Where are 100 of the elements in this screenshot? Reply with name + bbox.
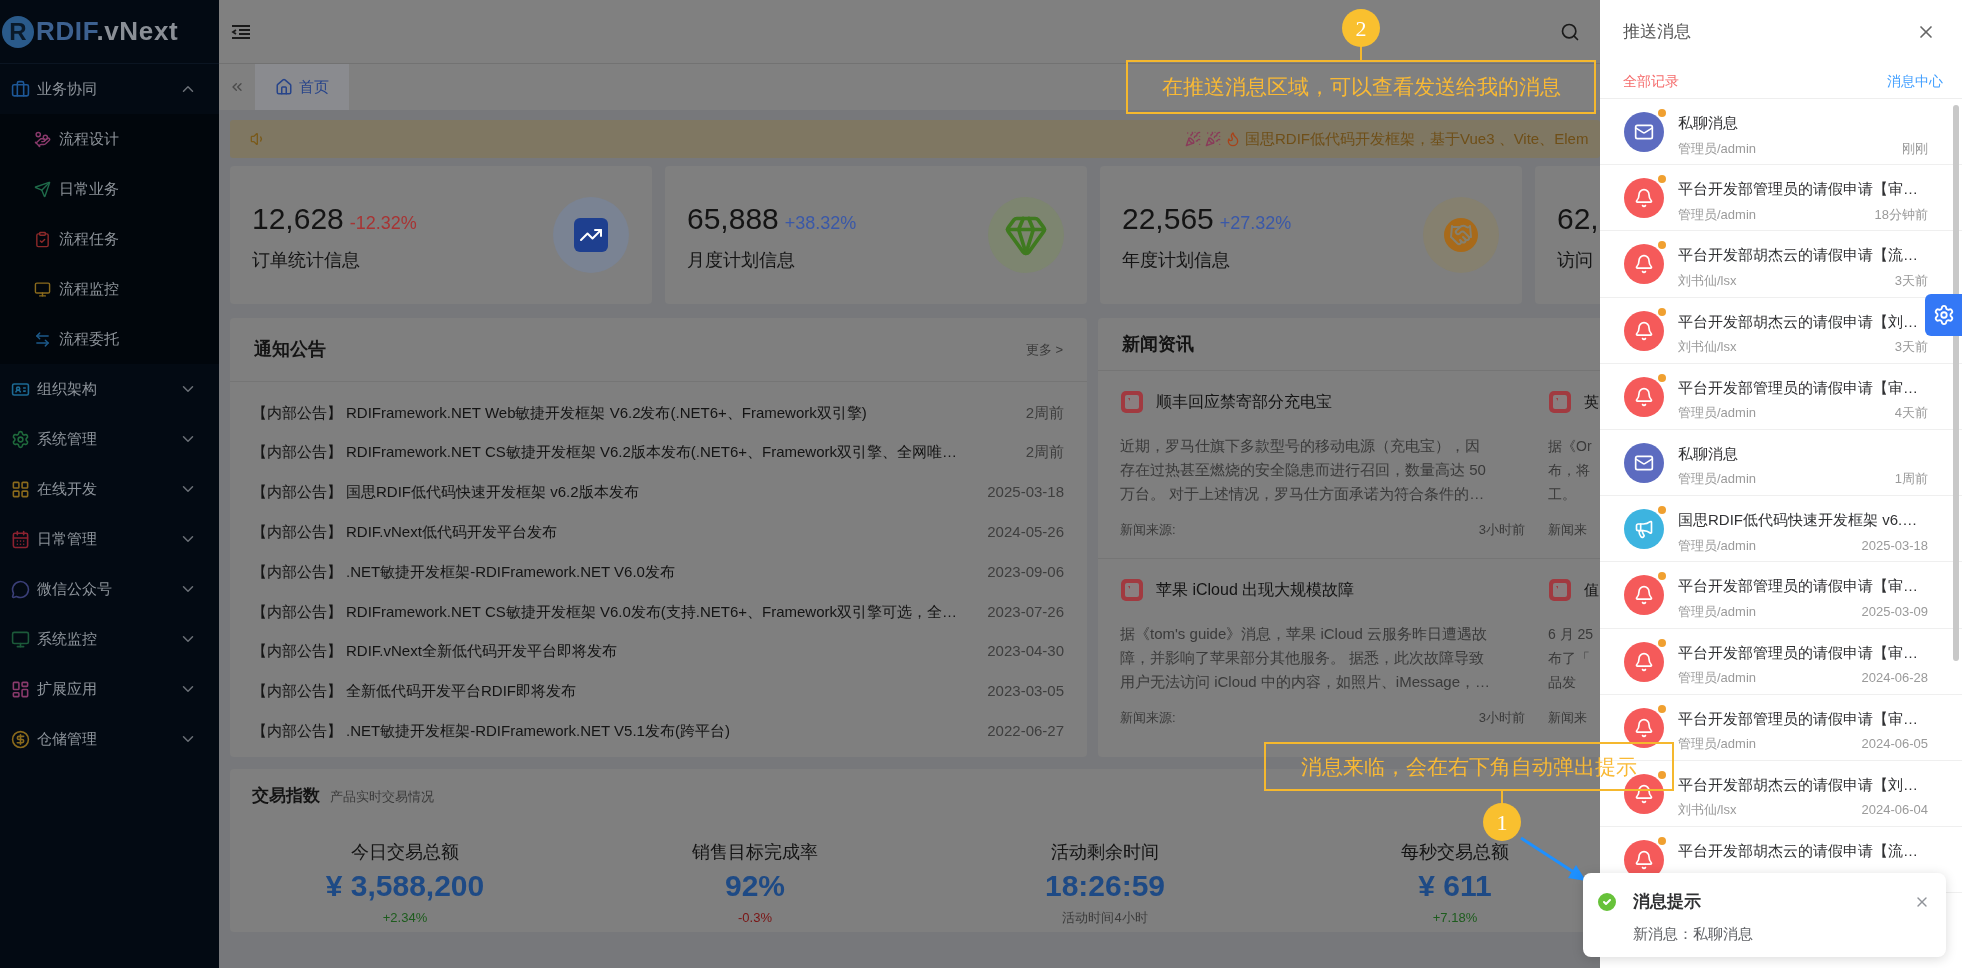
notice-link[interactable]: .NET敏捷开发框架-RDIFramework.NET V5.1发布(跨平台)	[346, 720, 980, 743]
menu-fold-icon[interactable]	[231, 23, 251, 40]
message-title[interactable]: 平台开发部胡杰云的请假申请【流…	[1678, 840, 1928, 863]
message-title[interactable]: 平台开发部管理员的请假申请【审…	[1678, 641, 1928, 664]
message-sender: 管理员/admin	[1678, 470, 1757, 489]
stat-change: -12.32%	[349, 212, 417, 235]
menu-item[interactable]: 扩展应用	[0, 664, 219, 714]
calendar-icon	[11, 529, 30, 549]
settings-button[interactable]	[1925, 294, 1962, 336]
envelope-icon	[1634, 122, 1654, 142]
trade-change: +7.18%	[1432, 908, 1478, 927]
message-title[interactable]: 平台开发部管理员的请假申请【审…	[1678, 376, 1928, 400]
message-time: 2024-06-05	[1861, 735, 1928, 754]
logo-mark: R	[2, 15, 34, 48]
message-title[interactable]: 平台开发部管理员的请假申请【审…	[1678, 575, 1928, 598]
news-title[interactable]: 值	[1584, 578, 1599, 602]
bell-icon	[1634, 783, 1654, 804]
submenu-item[interactable]: 流程监控	[0, 264, 219, 314]
notice-link[interactable]: 国思RDIF低代码快速开发框架 v6.2版本发布	[346, 481, 980, 504]
message-sender: 刘书仙/lsx	[1678, 801, 1737, 820]
news-summary: 6 月 25 布了「 品发	[1548, 625, 1595, 692]
news-icon	[1120, 578, 1144, 602]
menu-item[interactable]: 在线开发	[0, 464, 219, 514]
notice-link[interactable]: RDIFramework.NET CS敏捷开发框架 V6.0发布(支持.NET6+、Framework双引擎可选，全…	[346, 600, 980, 624]
message-time: 18分钟前	[1874, 205, 1928, 224]
notice-link[interactable]: .NET敏捷开发框架-RDIFramework.NET V6.0发布	[346, 560, 980, 584]
bell-icon	[1634, 386, 1654, 407]
message-title[interactable]: 私聊消息	[1678, 112, 1928, 135]
message-title[interactable]: 私聊消息	[1678, 442, 1928, 466]
notice-date: 2025-03-18	[987, 482, 1064, 503]
news-source: 新闻来源:	[1120, 521, 1176, 539]
news-title[interactable]: 顺丰回应禁寄部分充电宝	[1156, 390, 1332, 414]
menu-item[interactable]: 系统管理	[0, 414, 219, 464]
message-time: 1周前	[1894, 470, 1928, 489]
notice-date: 2023-09-06	[987, 561, 1064, 582]
menu-item[interactable]: 业务协同	[0, 64, 219, 114]
notice-link[interactable]: RDIF.vNext全新低代码开发平台即将发布	[346, 640, 980, 663]
news-title[interactable]: 英	[1584, 390, 1599, 414]
trade-label: 销售目标完成率	[692, 840, 818, 864]
message-time: 2024-06-28	[1861, 669, 1928, 687]
news-icon	[1548, 390, 1572, 414]
scrollbar[interactable]	[1953, 105, 1959, 661]
stat-value: 62,	[1557, 201, 1599, 237]
card-title: 通知公告	[254, 338, 326, 361]
message-sender: 管理员/admin	[1678, 205, 1757, 224]
bell-icon	[1634, 188, 1654, 209]
toast-title: 消息提示	[1633, 891, 1702, 913]
bell-icon	[1634, 254, 1654, 275]
megaphone-icon	[1634, 519, 1654, 540]
notice-date: 2023-03-05	[987, 681, 1064, 702]
announcement-text: 国思RDIF低代码开发框架，基于Vue3 、Vite、Elem	[1245, 128, 1589, 149]
menu-item[interactable]: 系统监控	[0, 614, 219, 664]
menu-item[interactable]: 仓储管理	[0, 714, 219, 764]
message-title[interactable]: 平台开发部胡杰云的请假申请【刘…	[1678, 773, 1928, 797]
submenu-item[interactable]: 流程设计	[0, 114, 219, 164]
notice-tag: 【内部公告】	[252, 640, 342, 663]
news-icon	[1548, 578, 1572, 602]
message-sender: 管理员/admin	[1678, 735, 1757, 754]
news-title[interactable]: 苹果 iCloud 出现大规模故障	[1156, 578, 1355, 602]
message-title[interactable]: 平台开发部胡杰云的请假申请【刘…	[1678, 310, 1928, 334]
submenu-item[interactable]: 日常业务	[0, 164, 219, 214]
dashboard-icon	[11, 679, 30, 699]
news-time: 3小时前	[1478, 709, 1525, 727]
notice-link[interactable]: RDIFramework.NET CS敏捷开发框架 V6.2版本发布(.NET6+、Framework双引擎、全网唯…	[346, 441, 1018, 464]
search-icon[interactable]	[1560, 21, 1580, 42]
notice-date: 2周前	[1025, 402, 1064, 423]
menu-item[interactable]: 微信公众号	[0, 564, 219, 614]
notice-link[interactable]: 全新低代码开发平台RDIF即将发布	[346, 680, 980, 703]
bell-icon	[1634, 585, 1654, 606]
news-time: 3小时前	[1478, 521, 1525, 539]
message-title[interactable]: 平台开发部管理员的请假申请【审…	[1678, 707, 1928, 731]
message-sender: 管理员/admin	[1678, 139, 1757, 158]
message-title[interactable]: 平台开发部管理员的请假申请【审…	[1678, 178, 1928, 201]
hand-coins-icon	[34, 130, 51, 148]
trade-label: 今日交易总额	[351, 840, 459, 864]
stat-label: 访问	[1557, 249, 1594, 272]
news-source: 新闻来	[1548, 521, 1587, 539]
card-title: 交易指数	[252, 785, 320, 807]
message-time: 刚刚	[1902, 139, 1928, 158]
menu-item[interactable]: 日常管理	[0, 514, 219, 564]
trade-value: 18:26:59	[1044, 867, 1166, 904]
gear-icon	[11, 429, 30, 449]
notice-link[interactable]: RDIFramework.NET Web敏捷开发框架 V6.2发布(.NET6+、Framework双引擎)	[346, 401, 1018, 425]
notice-tag: 【内部公告】	[252, 600, 342, 624]
message-time: 2024-06-04	[1861, 801, 1928, 820]
notice-link[interactable]: RDIF.vNext低代码开发平台发布	[346, 521, 980, 544]
message-title[interactable]: 国思RDIF低代码快速开发框架 v6.…	[1678, 509, 1928, 532]
notice-tag: 【内部公告】	[252, 441, 342, 464]
submenu-item[interactable]: 流程委托	[0, 314, 219, 364]
briefcase-icon	[11, 79, 30, 99]
menu-item[interactable]: 组织架构	[0, 364, 219, 414]
monitor-icon	[11, 629, 30, 649]
toast-message: 新消息：私聊消息	[1633, 923, 1754, 944]
message-title[interactable]: 平台开发部胡杰云的请假申请【流…	[1678, 244, 1928, 267]
card-title: 新闻资讯	[1122, 332, 1194, 356]
coin-icon	[11, 729, 30, 749]
notice-date: 2022-06-27	[987, 721, 1064, 741]
notice-tag: 【内部公告】	[252, 680, 342, 703]
annotation-box: 在推送消息区域，可以查看发送给我的消息	[1126, 60, 1596, 114]
submenu-item[interactable]: 流程任务	[0, 214, 219, 264]
